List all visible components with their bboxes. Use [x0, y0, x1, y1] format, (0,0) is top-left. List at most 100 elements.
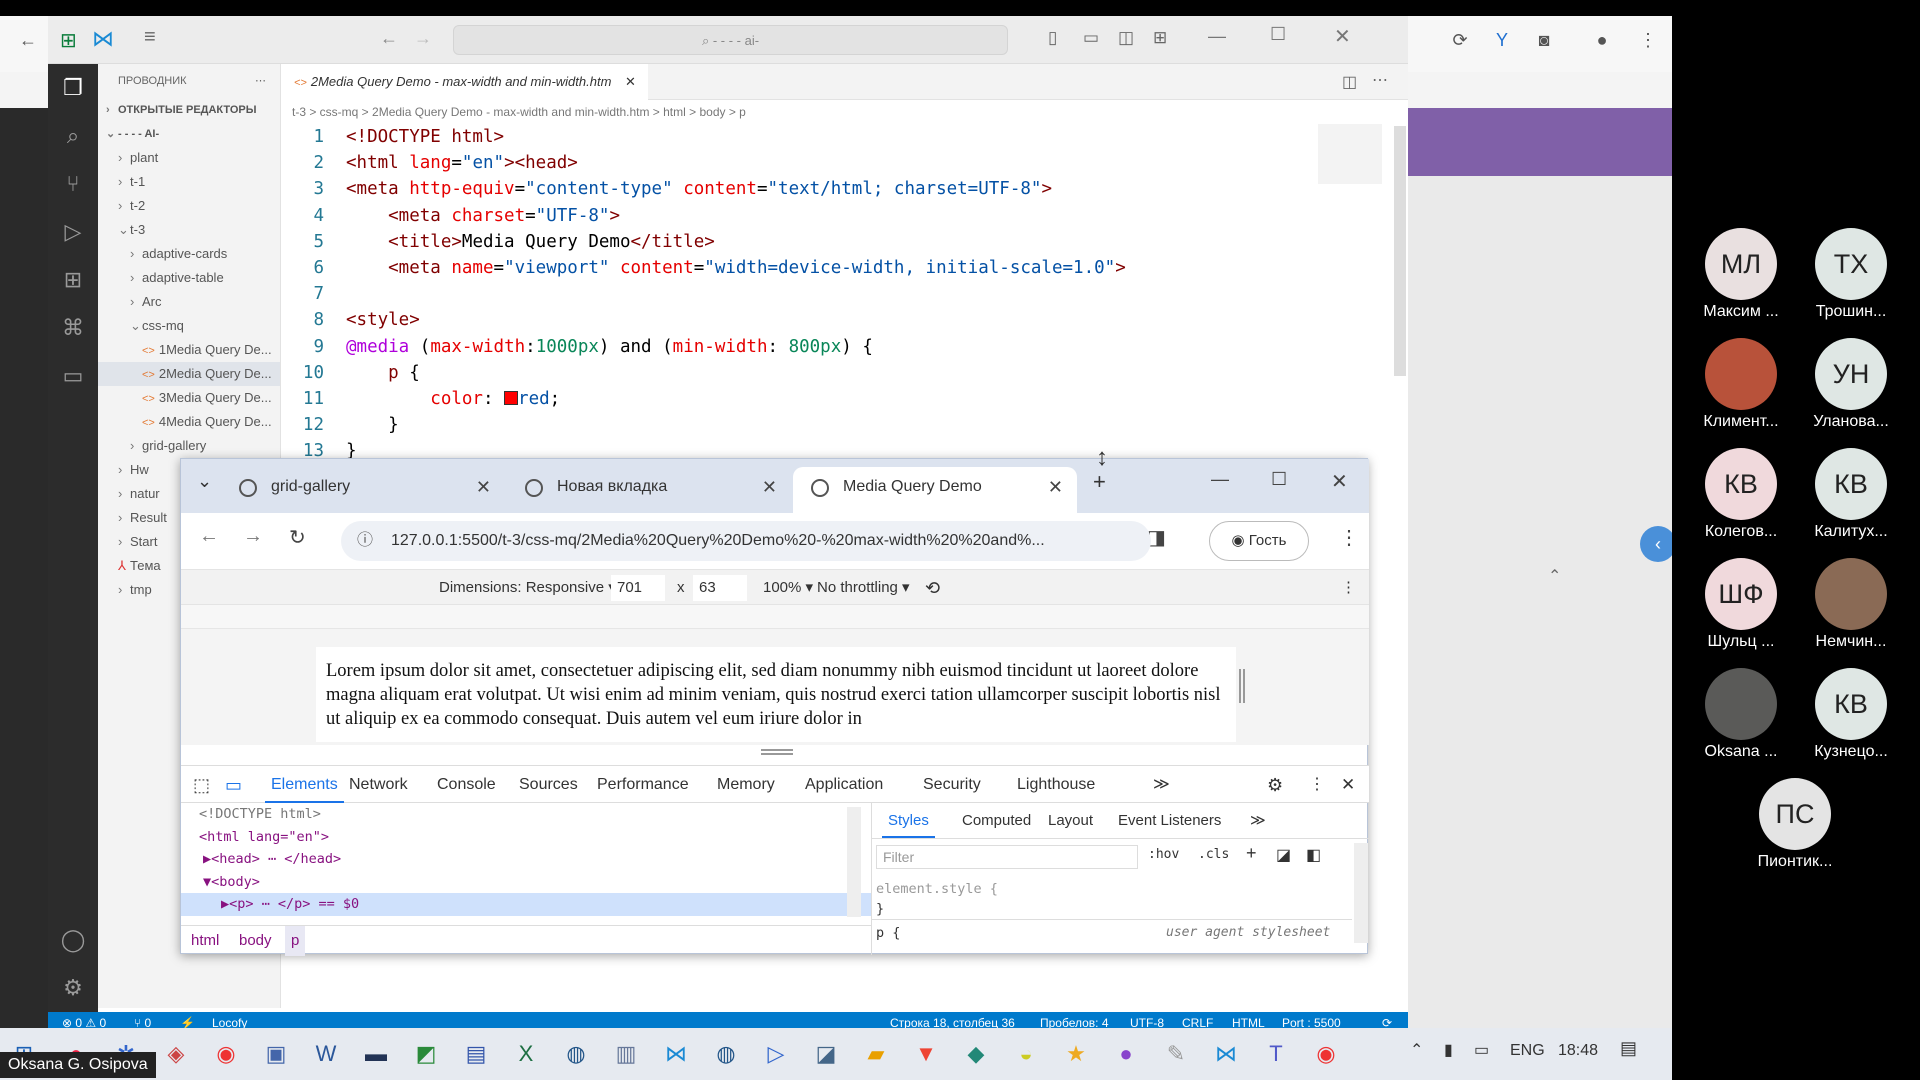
teams-taskbar-icon[interactable]: T	[1256, 1034, 1296, 1074]
crumb-html[interactable]: html	[191, 926, 219, 956]
extension-icon[interactable]: ⟳	[1448, 28, 1472, 52]
vscode-taskbar-icon[interactable]: ⋈	[1206, 1034, 1246, 1074]
participant-tile[interactable]: ПС Пионтик...	[1740, 778, 1850, 871]
tree-item[interactable]: › t-1	[98, 170, 280, 194]
devtools-tab-security[interactable]: Security	[923, 766, 981, 804]
zoom-select[interactable]: 100% ▾	[763, 570, 813, 606]
devtools-tab-console[interactable]: Console	[437, 766, 496, 804]
tree-file[interactable]: <> 4Media Query De...	[98, 410, 280, 434]
profile-button[interactable]: ◉ Гость	[1209, 521, 1309, 561]
devtools-menu-icon[interactable]: ⋮	[1309, 766, 1325, 804]
explorer-taskbar-icon[interactable]: ▰	[856, 1034, 896, 1074]
more-actions-icon[interactable]: ⋯	[255, 64, 266, 98]
taskbar-app-icon[interactable]: ◪	[806, 1034, 846, 1074]
excel-taskbar-icon[interactable]: X	[506, 1034, 546, 1074]
devtools-tab-performance[interactable]: Performance	[597, 766, 689, 804]
microphone-icon[interactable]: ▮	[1444, 1040, 1453, 1060]
participant-tile[interactable]: Немчин...	[1796, 558, 1906, 651]
participant-tile[interactable]: КВ Колегов...	[1686, 448, 1796, 541]
devtools-tab-application[interactable]: Application	[805, 766, 883, 804]
address-bar[interactable]: ⓘ 127.0.0.1:5500/t-3/css-mq/2Media%20Que…	[341, 521, 1151, 561]
tree-file-selected[interactable]: <> 2Media Query De...	[98, 362, 280, 386]
device-toggle-icon[interactable]: ▭	[225, 766, 242, 804]
hamburger-menu-icon[interactable]: ≡	[144, 26, 156, 49]
editor-tab-active[interactable]: <> 2Media Query Demo - max-width and min-…	[282, 64, 648, 100]
layout-tab[interactable]: Layout	[1048, 803, 1093, 839]
breadcrumb[interactable]: t-3 > css-mq > 2Media Query Demo - max-w…	[282, 100, 1408, 124]
tree-item[interactable]: ⌄t-3	[98, 218, 280, 242]
minimize-icon[interactable]: —	[1211, 469, 1229, 490]
minimap[interactable]	[1318, 124, 1382, 184]
taskbar-app-icon[interactable]: ●	[1106, 1034, 1146, 1074]
taskbar-app-icon[interactable]: ▬	[356, 1034, 396, 1074]
profile-icon[interactable]: ●	[1590, 28, 1614, 52]
tray-chevron-icon[interactable]: ⌃	[1410, 1040, 1423, 1060]
participant-tile[interactable]: Климент...	[1686, 338, 1796, 431]
dom-node[interactable]: ▼<body>	[181, 871, 871, 894]
chrome-menu-icon[interactable]: ⋮	[1339, 525, 1359, 550]
taskbar-app-icon[interactable]: ▤	[456, 1034, 496, 1074]
taskbar-app-icon[interactable]: ◒	[1006, 1034, 1046, 1074]
nav-forward-icon[interactable]: →	[414, 28, 432, 49]
chevron-up-icon[interactable]: ⌃	[1548, 566, 1561, 586]
root-folder[interactable]: - - - - AI-	[118, 128, 159, 140]
hover-state-toggle[interactable]: :hov	[1148, 847, 1179, 862]
back-arrow-icon[interactable]: ←	[16, 28, 40, 52]
minimize-icon[interactable]: —	[1208, 26, 1226, 47]
toggle-panel-icon[interactable]: ▭	[1083, 28, 1099, 48]
language-indicator[interactable]: ENG	[1510, 1042, 1545, 1060]
page-paragraph[interactable]: Lorem ipsum dolor sit amet, consectetuer…	[316, 647, 1236, 742]
participant-tile[interactable]: ШФ Шульц ...	[1686, 558, 1796, 651]
tree-file[interactable]: <> 1Media Query De...	[98, 338, 280, 362]
dom-node[interactable]: <html lang="en">	[181, 826, 871, 849]
folder-icon[interactable]: ▭	[48, 352, 98, 400]
menu-icon[interactable]: ⋮	[1636, 28, 1660, 52]
settings-gear-icon[interactable]: ⚙	[48, 964, 98, 1012]
camera-icon[interactable]: ◙	[1532, 28, 1556, 52]
remote-icon[interactable]: ⌘	[48, 304, 98, 352]
more-tabs-icon[interactable]: ≫	[1153, 766, 1170, 804]
inspect-element-icon[interactable]: ⬚	[193, 766, 210, 804]
explorer-icon[interactable]: ❐	[48, 64, 98, 112]
tree-file[interactable]: <> 3Media Query De...	[98, 386, 280, 410]
brave-taskbar-icon[interactable]: ▼	[906, 1034, 946, 1074]
run-debug-icon[interactable]: ▷	[48, 208, 98, 256]
dom-node-selected[interactable]: ▶<p> ⋯ </p> == $0	[181, 893, 871, 916]
browser-tab-active[interactable]: Media Query Demo ✕	[793, 467, 1077, 513]
browser-tab[interactable]: Новая вкладка ✕	[507, 467, 791, 513]
taskbar-app-icon[interactable]: ✎	[1156, 1034, 1196, 1074]
participant-tile[interactable]: Oksana ...	[1686, 668, 1796, 761]
notification-icon[interactable]: ▤	[1620, 1038, 1637, 1059]
devtools-close-icon[interactable]: ✕	[1341, 766, 1355, 804]
taskbar-app-icon[interactable]: ◆	[956, 1034, 996, 1074]
browser-tab[interactable]: grid-gallery ✕	[221, 467, 505, 513]
participant-tile[interactable]: МЛ Максим ...	[1686, 228, 1796, 321]
collapse-panel-button[interactable]: ‹	[1640, 526, 1676, 562]
taskbar-app-icon[interactable]: ◍	[706, 1034, 746, 1074]
source-control-icon[interactable]: ⑂	[48, 160, 98, 208]
p-selector-rule[interactable]: p {	[876, 925, 900, 941]
code-editor[interactable]: 1 <!DOCTYPE html> 2 <html lang="en"><head>…	[282, 124, 1408, 464]
taskbar-app-icon[interactable]: ▣	[256, 1034, 296, 1074]
devtools-tab-lighthouse[interactable]: Lighthouse	[1017, 766, 1095, 804]
devtools-tab-sources[interactable]: Sources	[519, 766, 578, 804]
layout-icon[interactable]: ⊞	[1153, 28, 1167, 48]
split-editor-icon[interactable]: ◫	[1118, 28, 1134, 48]
participant-tile[interactable]: ТХ Трошин...	[1796, 228, 1906, 321]
taskbar-app-icon[interactable]: ▷	[756, 1034, 796, 1074]
extensions-icon[interactable]: ⊞	[48, 256, 98, 304]
tree-item[interactable]: › plant	[98, 146, 280, 170]
dom-scrollbar[interactable]	[847, 807, 861, 917]
devtools-tab-elements[interactable]: Elements	[265, 766, 344, 803]
search-activity-icon[interactable]: ⌕	[48, 112, 98, 160]
tree-item[interactable]: › Arc	[98, 290, 280, 314]
chrome-taskbar-icon[interactable]: ◉	[206, 1034, 246, 1074]
tab-search-icon[interactable]: ⌄	[197, 471, 212, 492]
account-icon[interactable]: ◯	[48, 916, 98, 964]
device-more-icon[interactable]: ⋮	[1341, 570, 1356, 606]
media-query-ruler[interactable]	[181, 605, 1369, 629]
taskbar-app-icon[interactable]: ★	[1056, 1034, 1096, 1074]
participant-tile[interactable]: УН Уланова...	[1796, 338, 1906, 431]
taskbar-app-icon[interactable]: ◍	[556, 1034, 596, 1074]
resize-handle-right[interactable]	[1239, 669, 1245, 703]
